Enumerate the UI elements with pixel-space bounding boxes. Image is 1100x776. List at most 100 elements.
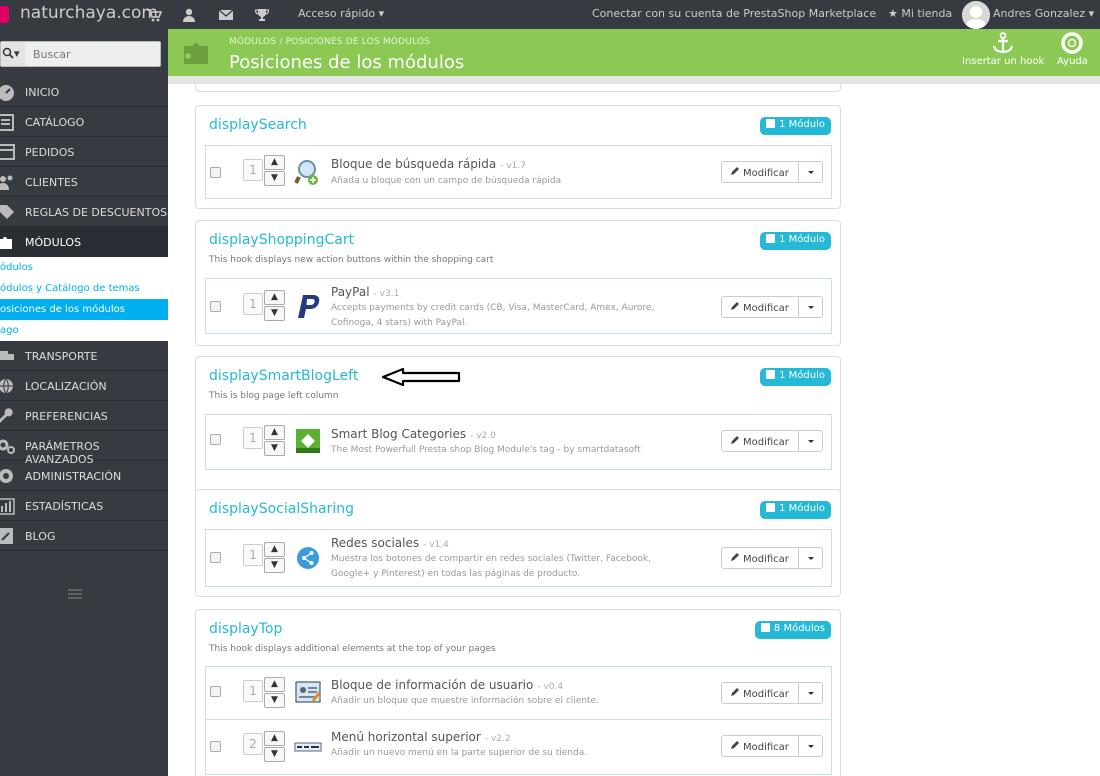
smartblog-icon xyxy=(296,429,320,453)
cog-icon xyxy=(0,469,13,483)
sidebar-item-preferencias[interactable]: PREFERENCIAS xyxy=(0,401,168,431)
move-up-button[interactable]: ▲ xyxy=(264,290,285,305)
move-up-button[interactable]: ▲ xyxy=(264,677,285,692)
modify-dropdown-toggle[interactable] xyxy=(800,162,822,182)
modules-puzzle-icon xyxy=(184,43,208,64)
sidebar-item-estadisticas[interactable]: ESTADÍSTICAS xyxy=(0,491,168,521)
module-checkbox[interactable] xyxy=(210,434,221,445)
module-row: 1 ▲ ▼ PayPal - v3.1 Accepts payments by c… xyxy=(205,278,832,334)
hook-name: displaySearch xyxy=(209,117,307,133)
modify-button[interactable]: Modificar xyxy=(722,297,799,317)
modify-button[interactable]: Modificar xyxy=(722,162,799,182)
sidebar-item-label: CLIENTES xyxy=(25,176,78,189)
module-name: Menú horizontal superior - v2.2 xyxy=(331,730,511,744)
hook-name: displaySmartBlogLeft xyxy=(209,368,359,384)
quick-access-dropdown[interactable]: Acceso rápido ▾ xyxy=(298,7,384,20)
sidebar-item-clientes[interactable]: CLIENTES xyxy=(0,167,168,197)
move-down-button[interactable]: ▼ xyxy=(264,693,285,708)
modify-button-group: Modificar xyxy=(721,547,823,569)
messages-icon[interactable] xyxy=(218,7,234,23)
checkbox-square-icon xyxy=(766,503,776,512)
marketplace-connect-link[interactable]: Conectar con su cuenta de PrestaShop Mar… xyxy=(592,7,876,20)
shop-name-link[interactable]: naturchaya.com xyxy=(20,3,158,23)
move-up-button[interactable]: ▲ xyxy=(264,731,285,746)
move-up-button[interactable]: ▲ xyxy=(264,542,285,557)
module-name: PayPal - v3.1 xyxy=(331,285,399,299)
move-down-button[interactable]: ▼ xyxy=(264,171,285,186)
move-down-button[interactable]: ▼ xyxy=(264,747,285,762)
module-count-badge[interactable]: 1 Módulo xyxy=(760,232,831,250)
submenu-item-posiciones[interactable]: osiciones de los módulos xyxy=(0,299,168,320)
modify-dropdown-toggle[interactable] xyxy=(800,736,822,756)
modify-dropdown-toggle[interactable] xyxy=(800,683,822,703)
sidebar-item-localizacion[interactable]: LOCALIZACIÓN xyxy=(0,371,168,401)
module-checkbox[interactable] xyxy=(210,301,221,312)
menu-collapse-icon[interactable] xyxy=(68,589,82,599)
hook-name: displayTop xyxy=(209,621,283,637)
search-type-dropdown[interactable]: ▾ xyxy=(1,42,25,66)
modify-dropdown-toggle[interactable] xyxy=(800,548,822,568)
modify-dropdown-toggle[interactable] xyxy=(800,297,822,317)
module-count-badge[interactable]: 8 Módulos xyxy=(754,621,831,639)
avatar[interactable] xyxy=(962,1,990,29)
transplant-hook-button[interactable]: Insertar un hook xyxy=(962,32,1044,67)
help-button[interactable]: Ayuda xyxy=(1057,32,1088,67)
module-row: 2 ▲ ▼ Menú horizontal superior - v2.2 Aña… xyxy=(205,719,832,775)
prestashop-logo-icon[interactable] xyxy=(0,6,9,23)
customers-icon xyxy=(0,175,13,190)
sidebar-item-modulos[interactable]: MÓDULOS xyxy=(0,227,168,257)
module-description: Añadir un nuevo menú en la parte superio… xyxy=(331,748,588,758)
module-count-badge[interactable]: 1 Módulo xyxy=(760,117,831,135)
module-checkbox[interactable] xyxy=(210,167,221,178)
pencil-icon xyxy=(731,741,739,749)
caret-down-icon xyxy=(808,440,814,443)
customer-icon[interactable] xyxy=(181,7,197,23)
module-row: 1 ▲ ▼ Bloque de información de usuario - … xyxy=(205,666,832,720)
sidebar-item-administracion[interactable]: ADMINISTRACIÓN xyxy=(0,461,168,491)
caret-down-icon xyxy=(808,557,814,560)
move-down-button[interactable]: ▼ xyxy=(264,441,285,456)
horizontal-menu-icon xyxy=(294,742,322,752)
modify-button[interactable]: Modificar xyxy=(722,548,799,568)
caret-down-icon: ▾ xyxy=(14,47,20,60)
submenu-item-modulos[interactable]: ódulos xyxy=(0,257,168,278)
submenu-item-catalogo-temas[interactable]: ódulos y Catálogo de temas xyxy=(0,278,168,299)
move-down-button[interactable]: ▼ xyxy=(264,558,285,573)
position-arrows: ▲ ▼ xyxy=(264,542,285,574)
modify-button[interactable]: Modificar xyxy=(722,736,799,756)
hook-panel: displaySearch 1 Módulo 1 ▲ ▼ Bloque de b… xyxy=(195,105,841,209)
module-count-badge[interactable]: 1 Módulo xyxy=(760,368,831,386)
sidebar-item-reglas-descuentos[interactable]: REGLAS DE DESCUENTOS xyxy=(0,197,168,227)
user-menu[interactable]: Andres Gonzalez ▾ xyxy=(993,7,1094,20)
modify-label: Modificar xyxy=(743,742,789,753)
module-checkbox[interactable] xyxy=(210,741,221,752)
module-count-badge[interactable]: 1 Módulo xyxy=(760,501,831,519)
module-checkbox[interactable] xyxy=(210,686,221,697)
module-checkbox[interactable] xyxy=(210,552,221,563)
sidebar-item-parametros-avanzados[interactable]: PARÁMETROS AVANZADOS xyxy=(0,431,168,466)
cart-icon[interactable] xyxy=(146,7,162,23)
sidebar-item-transporte[interactable]: TRANSPORTE xyxy=(0,341,168,371)
breadcrumb: MÓDULOS / POSICIONES DE LOS MÓDULOS xyxy=(229,37,431,47)
hook-panel: displayShoppingCart This hook displays n… xyxy=(195,220,841,346)
modify-dropdown-toggle[interactable] xyxy=(800,431,822,451)
sidebar-item-catalogo[interactable]: CATÁLOGO xyxy=(0,107,168,137)
submenu-item-pago[interactable]: ago xyxy=(0,320,168,341)
modify-button[interactable]: Modificar xyxy=(722,683,799,703)
move-down-button[interactable]: ▼ xyxy=(264,306,285,321)
move-up-button[interactable]: ▲ xyxy=(264,155,285,170)
module-description: The Most Powerfull Presta shop Blog Modu… xyxy=(331,445,641,455)
modify-button-group: Modificar xyxy=(721,430,823,452)
sidebar-item-inicio[interactable]: INICIO xyxy=(0,77,168,107)
sidebar-item-label: REGLAS DE DESCUENTOS xyxy=(25,206,168,219)
lifebuoy-icon xyxy=(1061,32,1084,54)
sidebar-item-label: PEDIDOS xyxy=(25,146,75,159)
sidebar-item-label: CATÁLOGO xyxy=(25,116,85,129)
sidebar-item-blog[interactable]: BLOG xyxy=(0,521,168,551)
move-up-button[interactable]: ▲ xyxy=(264,425,285,440)
sidebar-item-pedidos[interactable]: PEDIDOS xyxy=(0,137,168,167)
my-store-link[interactable]: ★ Mi tienda xyxy=(888,7,952,20)
search-input[interactable] xyxy=(27,43,157,65)
modify-button[interactable]: Modificar xyxy=(722,431,799,451)
trophy-icon[interactable] xyxy=(254,7,270,23)
